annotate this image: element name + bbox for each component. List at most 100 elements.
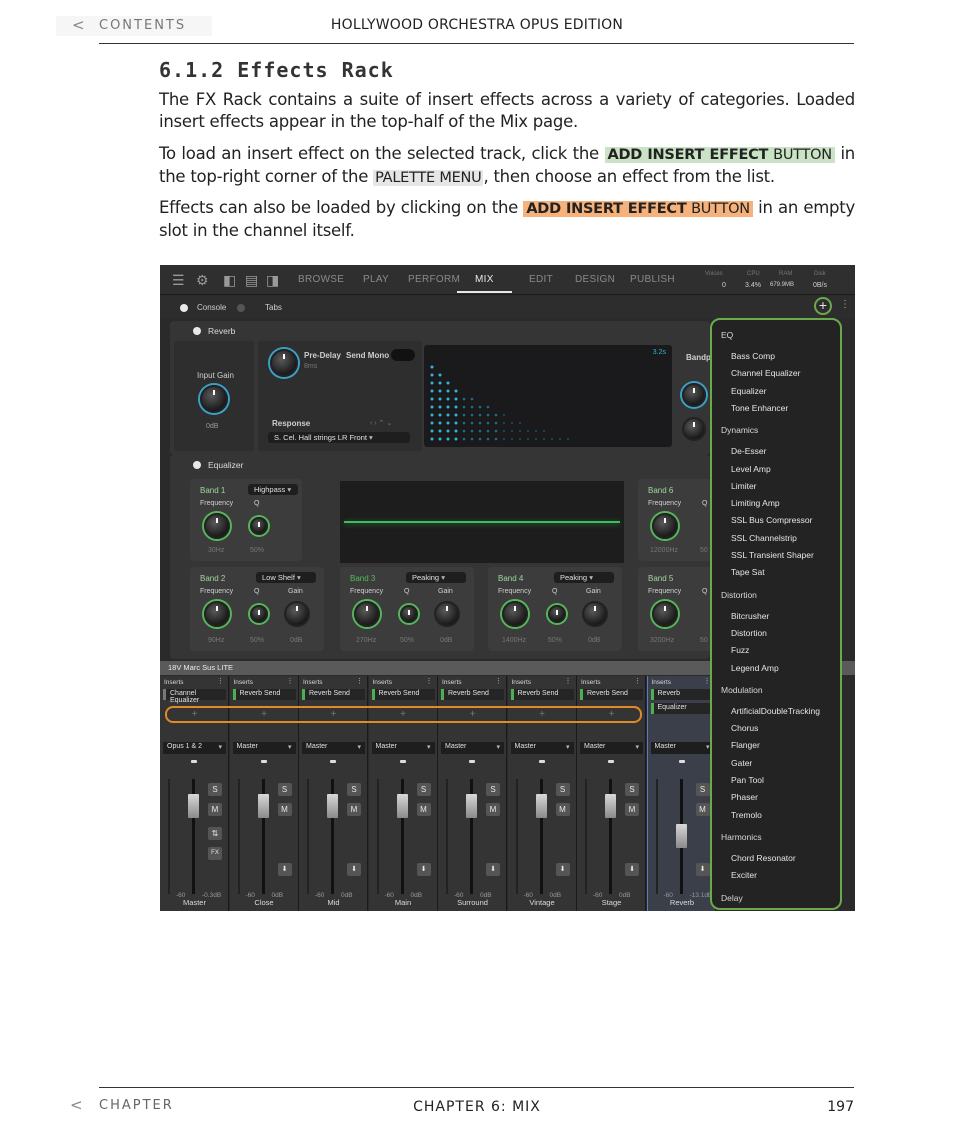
- palette-effect-item[interactable]: Chord Resonator: [731, 853, 796, 863]
- mono-button[interactable]: ⇅: [208, 827, 222, 840]
- fader-handle[interactable]: [535, 794, 547, 818]
- band3-gain-knob[interactable]: [434, 601, 460, 627]
- insert-slot[interactable]: Reverb Send: [232, 689, 296, 700]
- mute-button[interactable]: M: [277, 803, 292, 816]
- tab-edit[interactable]: EDIT: [529, 274, 553, 285]
- palette-effect-item[interactable]: Pan Tool: [731, 775, 764, 785]
- mute-button[interactable]: M: [695, 803, 710, 816]
- palette-effect-item[interactable]: Phaser: [731, 792, 758, 802]
- panel-right-icon[interactable]: ◨: [266, 272, 279, 289]
- palette-effect-item[interactable]: Gater: [731, 758, 752, 768]
- palette-effect-item[interactable]: Limiter: [731, 481, 757, 491]
- palette-effect-item[interactable]: Bitcrusher: [731, 611, 769, 621]
- mute-button[interactable]: M: [555, 803, 570, 816]
- solo-button[interactable]: S: [277, 783, 292, 796]
- palette-effect-item[interactable]: Bass Comp: [731, 351, 775, 361]
- tab-perform[interactable]: PERFORM: [408, 274, 460, 285]
- band2-q-knob[interactable]: [250, 605, 268, 623]
- predelay-knob[interactable]: [270, 349, 298, 377]
- solo-button[interactable]: S: [695, 783, 710, 796]
- pan-indicator[interactable]: [330, 760, 336, 763]
- fader-handle[interactable]: [675, 824, 687, 848]
- band5-frequency-knob[interactable]: [652, 601, 678, 627]
- bandpass-knob-1[interactable]: [682, 383, 706, 407]
- solo-button[interactable]: S: [416, 783, 431, 796]
- output-routing-select[interactable]: Master: [302, 742, 365, 754]
- arrow-down-icon[interactable]: ⬇: [277, 863, 292, 876]
- more-icon[interactable]: ⋮: [634, 677, 641, 685]
- palette-effect-item[interactable]: Limiting Amp: [731, 498, 780, 508]
- tab-publish[interactable]: PUBLISH: [630, 274, 675, 285]
- solo-button[interactable]: S: [208, 783, 222, 796]
- palette-effect-item[interactable]: Equalizer: [731, 386, 766, 396]
- mute-button[interactable]: M: [486, 803, 500, 816]
- palette-effect-item[interactable]: Flanger: [731, 740, 760, 750]
- palette-effect-item[interactable]: Exciter: [731, 870, 757, 880]
- insert-slot[interactable]: Reverb Send: [441, 689, 504, 700]
- band2-gain-knob[interactable]: [284, 601, 310, 627]
- mute-button[interactable]: M: [208, 803, 222, 816]
- fader-handle[interactable]: [257, 794, 269, 818]
- bandpass-knob-2[interactable]: [682, 417, 706, 441]
- arrow-down-icon[interactable]: ⬇: [416, 863, 431, 876]
- send-mono-toggle[interactable]: [391, 349, 415, 361]
- palette-effect-item[interactable]: SSL Transient Shaper: [731, 550, 814, 560]
- chapter-link[interactable]: CHAPTER: [99, 1098, 174, 1113]
- band4-gain-knob[interactable]: [582, 601, 608, 627]
- panel-left-icon[interactable]: ◧: [223, 272, 236, 289]
- fader-handle[interactable]: [605, 794, 616, 818]
- fader-handle[interactable]: [396, 794, 408, 818]
- more-icon[interactable]: ⋮: [217, 677, 224, 685]
- palette-effect-item[interactable]: Chorus: [731, 723, 758, 733]
- band2-type-select[interactable]: Low Shelf: [256, 572, 316, 583]
- output-routing-select[interactable]: Master: [510, 742, 574, 754]
- insert-slot[interactable]: Reverb Send: [510, 689, 574, 700]
- reverb-power-toggle[interactable]: [193, 327, 201, 335]
- band1-type-select[interactable]: Highpass: [248, 484, 298, 495]
- add-insert-effect-button[interactable]: +: [814, 297, 832, 315]
- band1-q-knob[interactable]: [250, 517, 268, 535]
- palette-effect-item[interactable]: SSL Channelstrip: [731, 533, 797, 543]
- mute-button[interactable]: M: [625, 803, 639, 816]
- output-routing-select[interactable]: Master: [650, 742, 714, 754]
- insert-slot[interactable]: Channel Equalizer: [163, 689, 226, 704]
- band3-type-select[interactable]: Peaking: [406, 572, 466, 583]
- console-radio[interactable]: [180, 304, 188, 312]
- fader-handle[interactable]: [327, 794, 338, 818]
- palette-effect-item[interactable]: SSL Bus Compressor: [731, 515, 812, 525]
- contents-link[interactable]: < CONTENTS: [56, 16, 212, 36]
- output-routing-select[interactable]: Master: [580, 742, 643, 754]
- palette-effect-item[interactable]: Level Amp: [731, 464, 771, 474]
- insert-slot[interactable]: Reverb: [650, 689, 714, 700]
- palette-effect-item[interactable]: Fuzz: [731, 645, 749, 655]
- tab-browse[interactable]: BROWSE: [298, 274, 344, 285]
- band3-frequency-knob[interactable]: [354, 601, 380, 627]
- tabs-radio[interactable]: [237, 304, 245, 312]
- tab-play[interactable]: PLAY: [363, 274, 389, 285]
- more-icon[interactable]: ⋮: [565, 677, 572, 685]
- pan-indicator[interactable]: [260, 760, 267, 763]
- more-icon[interactable]: ⋮: [287, 677, 294, 685]
- pan-indicator[interactable]: [678, 760, 685, 763]
- band3-q-knob[interactable]: [400, 605, 418, 623]
- palette-effect-item[interactable]: Legend Amp: [731, 663, 779, 673]
- solo-button[interactable]: S: [347, 783, 361, 796]
- menu-icon[interactable]: ☰: [172, 272, 185, 289]
- solo-button[interactable]: S: [625, 783, 639, 796]
- response-nav-icon[interactable]: ‹ › ⌃ ⌄: [370, 419, 392, 427]
- tab-design[interactable]: DESIGN: [575, 274, 615, 285]
- pan-indicator[interactable]: [469, 760, 475, 763]
- mute-button[interactable]: M: [347, 803, 361, 816]
- band4-type-select[interactable]: Peaking: [554, 572, 614, 583]
- equalizer-power-toggle[interactable]: [193, 461, 201, 469]
- piano-icon[interactable]: ▤: [245, 272, 258, 289]
- output-routing-select[interactable]: Master: [371, 742, 435, 754]
- fader-handle[interactable]: [188, 794, 199, 818]
- more-icon[interactable]: ⋮: [426, 677, 433, 685]
- response-select[interactable]: S. Cel. Hall strings LR Front: [268, 432, 410, 443]
- pan-indicator[interactable]: [191, 760, 197, 763]
- insert-slot[interactable]: Reverb Send: [302, 689, 365, 700]
- more-icon[interactable]: ⋮: [840, 299, 850, 310]
- palette-effect-item[interactable]: Channel Equalizer: [731, 368, 800, 378]
- gear-icon[interactable]: ⚙: [196, 272, 209, 289]
